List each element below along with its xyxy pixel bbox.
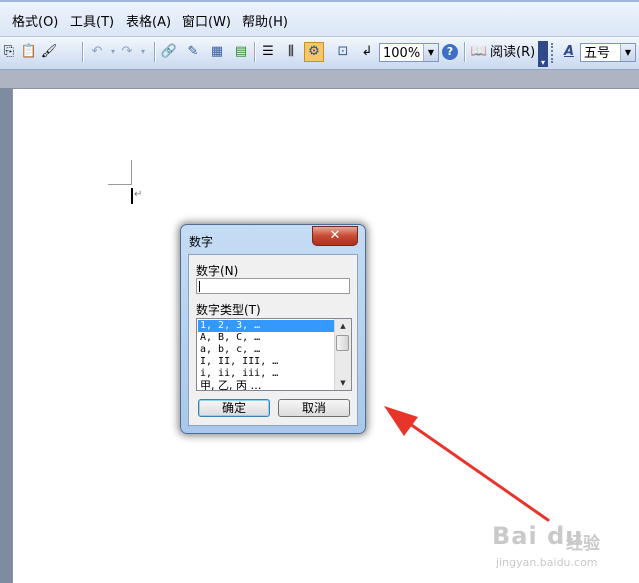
watermark-url: jingyan.baidu.com — [496, 556, 598, 569]
arrow-shaft — [398, 415, 550, 522]
annotation-arrow — [384, 406, 550, 522]
watermark-suffix: 经验 — [566, 534, 600, 554]
arrow-head — [384, 406, 418, 436]
